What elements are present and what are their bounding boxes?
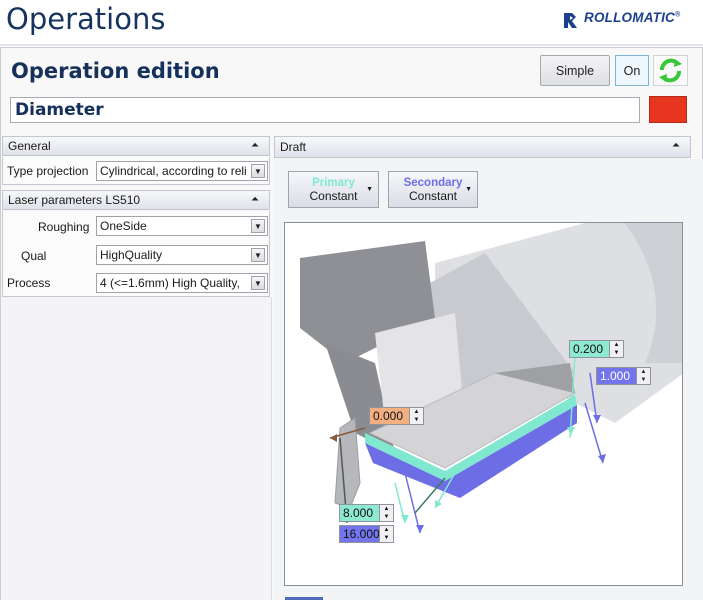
spin-arrows-icon[interactable]: ▲ ▼ — [379, 526, 393, 542]
secondary-depth-value: 16.000 — [343, 527, 379, 541]
spin-arrows-icon[interactable]: ▲ ▼ — [409, 408, 423, 424]
operation-name-field[interactable]: Diameter — [10, 97, 640, 123]
draft-group-header[interactable]: Draft ⏶ — [274, 136, 691, 158]
spin-arrows-icon[interactable]: ▲ ▼ — [379, 505, 393, 521]
left-pillar — [334, 417, 361, 509]
laser-group-body: Roughing OneSide ▼ Qual HighQuality ▼ Pr… — [2, 211, 270, 297]
simple-button[interactable]: Simple — [540, 55, 610, 86]
laser-group-title: Laser parameters LS510 — [8, 193, 141, 207]
secondary-depth-spinner[interactable]: 16.000 ▲ ▼ — [339, 525, 394, 543]
dropdown-arrow-icon[interactable]: ▼ — [251, 164, 265, 178]
app-title: Operations — [6, 2, 166, 36]
roughing-select[interactable]: OneSide ▼ — [96, 216, 268, 236]
type-projection-value: Cylindrical, according to reli — [100, 164, 247, 178]
spin-arrows-icon[interactable]: ▲ ▼ — [636, 368, 650, 384]
refresh-button[interactable] — [653, 55, 688, 86]
secondary-draft-button[interactable]: Secondary Constant ▼ — [388, 171, 478, 208]
type-projection-select[interactable]: Cylindrical, according to reli ▼ — [96, 161, 268, 181]
general-group-body: Type projection Cylindrical, according t… — [2, 157, 270, 185]
dropdown-arrow-icon[interactable]: ▼ — [251, 219, 265, 233]
angle-value: 0.000 — [373, 409, 404, 423]
dropdown-arrow-icon: ▼ — [366, 186, 373, 193]
laser-group-header[interactable]: Laser parameters LS510 ⏶ — [2, 190, 270, 210]
left-panel-background — [2, 297, 272, 600]
roughing-label: Roughing — [38, 220, 90, 234]
qual-select[interactable]: HighQuality ▼ — [96, 245, 268, 265]
section-title: Operation edition — [11, 59, 220, 83]
refresh-icon — [659, 58, 682, 83]
general-group-header[interactable]: General ⏶ — [2, 136, 270, 156]
primary-depth-spinner[interactable]: 8.000 ▲ ▼ — [339, 504, 394, 522]
side-offset-value: 1.000 — [600, 369, 631, 383]
secondary-draft-mode: Constant — [408, 189, 458, 203]
process-label: Process — [7, 276, 51, 290]
primary-draft-button[interactable]: Primary Constant ▼ — [288, 171, 379, 208]
qual-label: Qual — [21, 249, 47, 263]
general-group-title: General — [8, 139, 51, 153]
side-offset-spinner[interactable]: 1.000 ▲ ▼ — [596, 367, 651, 385]
angle-spinner[interactable]: 0.000 ▲ ▼ — [369, 407, 424, 425]
process-select[interactable]: 4 (<=1.6mm) High Quality, ▼ — [96, 273, 268, 293]
qual-value: HighQuality — [100, 248, 163, 262]
top-offset-value: 0.200 — [573, 342, 604, 356]
dropdown-arrow-icon: ▼ — [465, 186, 472, 193]
on-toggle-button[interactable]: On — [615, 55, 649, 86]
header-divider — [0, 44, 703, 46]
primary-draft-mode: Constant — [309, 189, 358, 203]
collapse-icon[interactable]: ⏶ — [251, 194, 259, 205]
dropdown-arrow-icon[interactable]: ▼ — [251, 276, 265, 290]
type-projection-label: Type projection — [7, 164, 89, 178]
collapse-icon[interactable]: ⏶ — [251, 140, 259, 151]
process-value: 4 (<=1.6mm) High Quality, — [100, 276, 240, 290]
brand-name: ROLLOMATIC® — [584, 10, 681, 25]
spin-arrows-icon[interactable]: ▲ ▼ — [609, 341, 623, 357]
top-offset-spinner[interactable]: 0.200 ▲ ▼ — [569, 340, 624, 358]
primary-depth-value: 8.000 — [343, 506, 374, 520]
draft-group-title: Draft — [280, 140, 307, 154]
dropdown-arrow-icon[interactable]: ▼ — [251, 248, 265, 262]
collapse-icon[interactable]: ⏶ — [672, 140, 680, 151]
roughing-value: OneSide — [100, 219, 147, 233]
operation-color-swatch[interactable] — [649, 96, 687, 123]
